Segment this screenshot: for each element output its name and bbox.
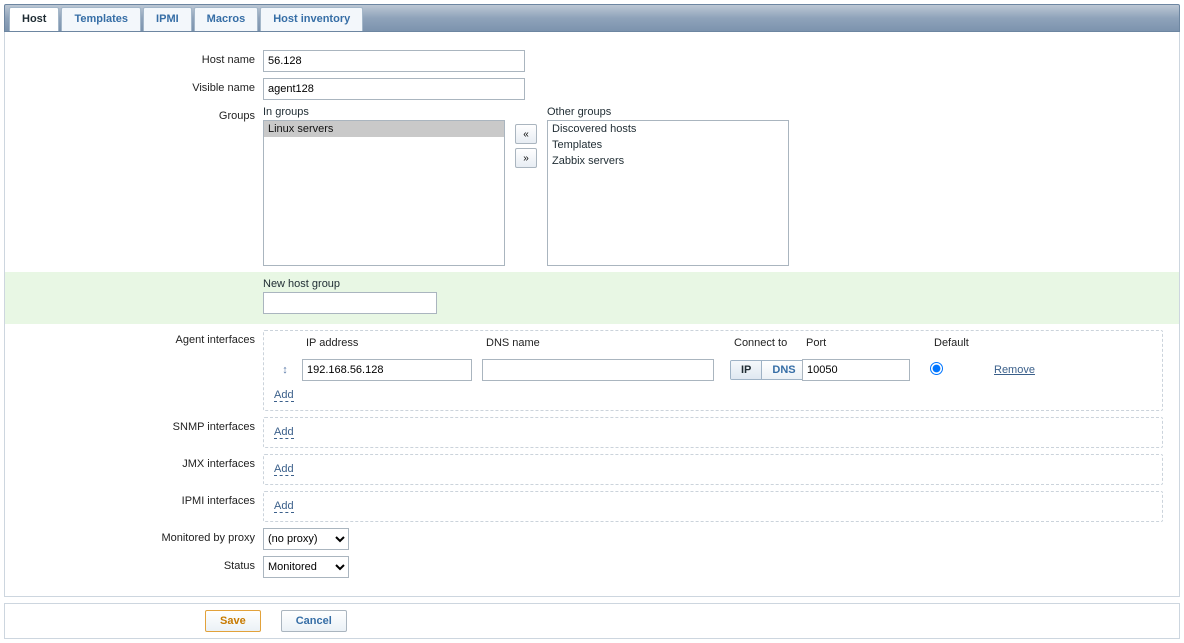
new-host-group-input[interactable] [263, 292, 437, 314]
label-status: Status [5, 556, 263, 572]
label-snmp-interfaces: SNMP interfaces [5, 417, 263, 433]
drag-handle-icon[interactable]: ↕ [268, 364, 302, 376]
tab-host-inventory[interactable]: Host inventory [260, 7, 363, 31]
proxy-select[interactable]: (no proxy) [263, 528, 349, 550]
agent-ip-input[interactable] [302, 359, 472, 381]
col-connect-to: Connect to [730, 335, 802, 351]
agent-remove-link[interactable]: Remove [994, 364, 1035, 376]
host-name-input[interactable] [263, 50, 525, 72]
host-form: Host name Visible name Groups In groups … [4, 32, 1180, 597]
agent-port-input[interactable] [802, 359, 910, 381]
jmx-interfaces-block: Add [263, 454, 1163, 485]
tab-ipmi[interactable]: IPMI [143, 7, 192, 31]
tab-macros[interactable]: Macros [194, 7, 259, 31]
in-groups-listbox[interactable]: Linux servers [263, 120, 505, 266]
agent-add-link[interactable]: Add [274, 389, 294, 402]
connect-to-ip-button[interactable]: IP [731, 361, 761, 379]
label-host-name: Host name [5, 50, 263, 66]
label-new-host-group: New host group [263, 278, 1179, 290]
label-monitored-by-proxy: Monitored by proxy [5, 528, 263, 544]
tab-strip: Host Templates IPMI Macros Host inventor… [4, 4, 1180, 32]
agent-dns-input[interactable] [482, 359, 714, 381]
col-default: Default [930, 335, 994, 351]
connect-to-toggle: IP DNS [730, 360, 807, 380]
label-ipmi-interfaces: IPMI interfaces [5, 491, 263, 507]
col-dns-name: DNS name [482, 335, 730, 351]
agent-interface-row: ↕ IP DNS Remove [264, 355, 1162, 385]
list-item[interactable]: Discovered hosts [548, 121, 788, 137]
footer-bar: Save Cancel [4, 603, 1180, 639]
label-groups: Groups [5, 106, 263, 122]
ipmi-add-link[interactable]: Add [274, 500, 294, 513]
snmp-add-link[interactable]: Add [274, 426, 294, 439]
label-other-groups: Other groups [547, 106, 789, 118]
label-visible-name: Visible name [5, 78, 263, 94]
col-ip-address: IP address [302, 335, 482, 351]
list-item[interactable]: Templates [548, 137, 788, 153]
agent-default-radio[interactable] [930, 362, 943, 375]
tab-templates[interactable]: Templates [61, 7, 141, 31]
label-jmx-interfaces: JMX interfaces [5, 454, 263, 470]
move-left-button[interactable]: « [515, 124, 537, 144]
agent-interfaces-block: IP address DNS name Connect to Port Defa… [263, 330, 1163, 411]
jmx-add-link[interactable]: Add [274, 463, 294, 476]
snmp-interfaces-block: Add [263, 417, 1163, 448]
list-item[interactable]: Zabbix servers [548, 153, 788, 169]
cancel-button[interactable]: Cancel [281, 610, 347, 632]
ipmi-interfaces-block: Add [263, 491, 1163, 522]
label-agent-interfaces: Agent interfaces [5, 330, 263, 346]
label-in-groups: In groups [263, 106, 505, 118]
other-groups-listbox[interactable]: Discovered hosts Templates Zabbix server… [547, 120, 789, 266]
tab-host[interactable]: Host [9, 7, 59, 31]
col-port: Port [802, 335, 930, 351]
save-button[interactable]: Save [205, 610, 261, 632]
connect-to-dns-button[interactable]: DNS [761, 361, 805, 379]
move-right-button[interactable]: » [515, 148, 537, 168]
visible-name-input[interactable] [263, 78, 525, 100]
list-item[interactable]: Linux servers [264, 121, 504, 137]
